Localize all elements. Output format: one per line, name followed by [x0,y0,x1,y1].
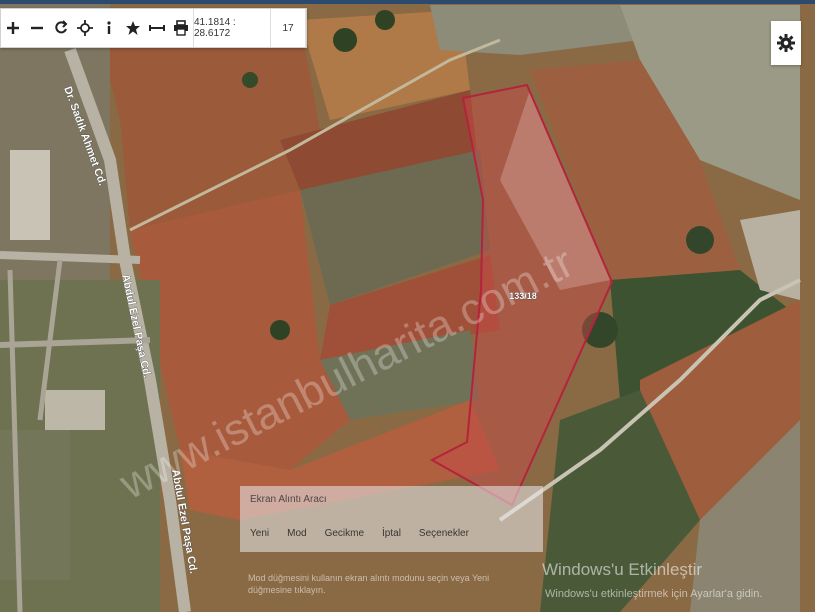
map-toolbar: 41.1814 : 28.6172 17 [0,8,307,48]
print-button[interactable] [169,9,193,47]
print-icon [174,20,188,36]
refresh-icon [55,20,68,34]
windows-activate-title: Windows'u Etkinleştir [542,560,703,579]
zoom-in-icon [7,22,19,34]
zoom-out-icon [31,26,43,30]
snip-mode-button[interactable]: Mod [287,528,306,539]
info-button[interactable] [97,9,121,47]
zoom-level: 17 [270,9,306,47]
windows-activate-subtitle: Windows'u etkinleştirmek için Ayarlar'a … [545,588,763,600]
refresh-button[interactable] [49,9,73,47]
snip-new-button[interactable]: Yeni [250,528,269,539]
snip-options-button[interactable]: Seçenekler [419,528,469,539]
star-icon [126,21,140,35]
info-icon [107,21,111,34]
snipping-tool-overlay: Ekran Alıntı Aracı Yeni Mod Gecikme İpta… [240,486,543,552]
snip-title: Ekran Alıntı Aracı [250,494,327,505]
settings-button[interactable] [771,21,801,65]
zoom-out-button[interactable] [25,9,49,47]
locate-button[interactable] [73,9,97,47]
gear-icon [777,34,795,52]
snip-hint: Mod düğmesini kullanın ekran alıntı modu… [248,573,490,595]
measure-icon [149,25,165,31]
snip-toolbar: Yeni Mod Gecikme İptal Seçenekler [250,528,469,539]
crosshair-icon [77,20,93,36]
snip-delay-button[interactable]: Gecikme [325,528,364,539]
coordinate-readout: 41.1814 : 28.6172 [193,9,270,47]
snip-cancel-button[interactable]: İptal [382,528,401,539]
measure-button[interactable] [145,9,169,47]
favorite-button[interactable] [121,9,145,47]
top-strip [0,0,815,4]
zoom-in-button[interactable] [1,9,25,47]
